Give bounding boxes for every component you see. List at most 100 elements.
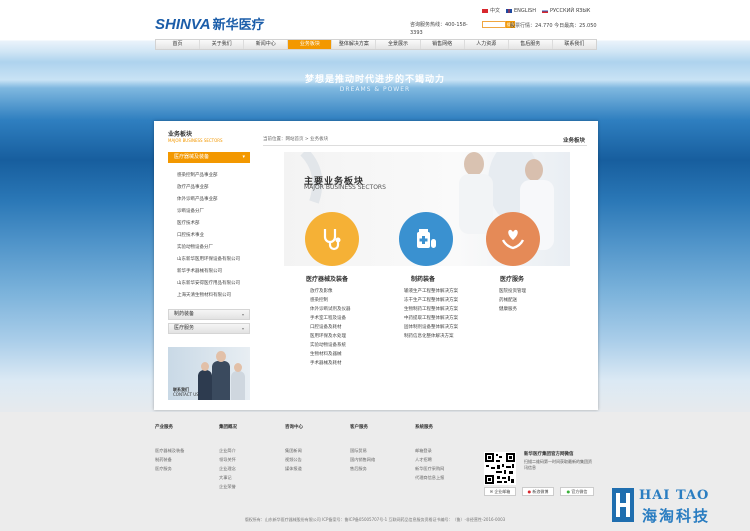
lang-chinese[interactable]: 中文 [482, 7, 500, 14]
nav-after-sales[interactable]: 售后服务 [509, 40, 553, 49]
list-item[interactable]: 医院投资管理 [499, 287, 526, 296]
footer-column-title: 产业服务 [155, 425, 173, 430]
nav-contact[interactable]: 联系我们 [553, 40, 596, 49]
category-medical-service[interactable] [486, 212, 540, 266]
footer-link[interactable]: 媒体报道 [285, 464, 302, 473]
sidebar-item[interactable]: 山东新华医用环保设备有限公司 [168, 254, 250, 266]
footer-link[interactable]: 国内销售网络 [350, 455, 375, 464]
category-title[interactable]: 医疗器械及装备 [306, 274, 348, 283]
footer-links: 企业简介 领导关怀 企业理念 大事记 企业荣誉 [219, 446, 236, 491]
sidebar-item[interactable]: 放疗产品事业部 [168, 182, 250, 194]
list-item[interactable]: 输液生产工程整体解决方案 [404, 287, 458, 296]
category-pharma-equipment[interactable] [399, 212, 453, 266]
category-title[interactable]: 制药装备 [411, 274, 435, 283]
footer-link[interactable]: 企业荣誉 [219, 482, 236, 491]
sidebar-box-medical-service[interactable]: 医疗服务 ▾ [168, 323, 250, 334]
sidebar-item[interactable]: 山东新华安得医疗用品有限公司 [168, 278, 250, 290]
sidebar-item[interactable]: 上海天清生物材料有限公司 [168, 290, 250, 302]
nav-sales-network[interactable]: 销售网络 [421, 40, 465, 49]
language-switcher: 中文 ENGLISH РУССКИЙ ЯЗЫК [482, 7, 590, 14]
sidebar-item[interactable]: 感染控制产品事业部 [168, 170, 250, 182]
sidebar-item[interactable]: 口腔技术事业 [168, 230, 250, 242]
category-title[interactable]: 医疗服务 [500, 274, 524, 283]
footer-column-title: 客户服务 [350, 425, 368, 430]
wechat-button[interactable]: ● 官方微信 [560, 487, 594, 496]
list-item[interactable]: 医用环保及水处理 [310, 332, 351, 341]
list-item[interactable]: 生物材料及器械 [310, 350, 351, 359]
footer-link[interactable]: 售后服务 [350, 464, 375, 473]
watermark-text-cn: 海淘科技 [642, 507, 711, 525]
footer-link[interactable]: 企业理念 [219, 464, 236, 473]
list-item[interactable]: 手术室工程及设备 [310, 314, 351, 323]
list-item[interactable]: 口腔设备及耗材 [310, 323, 351, 332]
footer-link[interactable]: 医疗服务 [155, 464, 184, 473]
sidebar-list: 感染控制产品事业部 放疗产品事业部 体外诊断产品事业部 诊断设备分厂 医疗技术部… [168, 170, 250, 302]
footer-link[interactable]: 制药装备 [155, 455, 184, 464]
nav-home[interactable]: 首页 [156, 40, 201, 49]
list-item[interactable]: 体外诊断试剂及仪器 [310, 305, 351, 314]
footer-link[interactable]: 视频公告 [285, 455, 302, 464]
sidebar-title: 业务板块 [168, 131, 193, 138]
sidebar-item[interactable]: 体外诊断产品事业部 [168, 194, 250, 206]
list-item[interactable]: 药械配送 [499, 296, 526, 305]
shinva-logo[interactable]: SHINVA 新华医疗 [155, 14, 265, 33]
nav-about[interactable]: 关于我们 [200, 40, 245, 49]
sidebar-box-pharma[interactable]: 制药装备 ▾ [168, 309, 250, 320]
sidebar-item[interactable]: 新华手术器械有限公司 [168, 266, 250, 278]
footer-link[interactable]: 新华医疗采购网 [415, 464, 444, 473]
divider [263, 145, 587, 146]
chevron-down-icon: ▾ [242, 154, 245, 160]
nav-business[interactable]: 业务板块 [288, 40, 333, 49]
uk-flag-icon [506, 8, 513, 13]
weibo-button[interactable]: ● 新浪微博 [522, 487, 554, 496]
watermark-logo: HAI TAO 海淘科技 [612, 488, 740, 525]
footer-link[interactable]: 国际贸易 [350, 446, 375, 455]
sidebar-item[interactable]: 实验动物设备分厂 [168, 242, 250, 254]
staff-photo [212, 361, 230, 400]
nav-panorama[interactable]: 全景展示 [376, 40, 421, 49]
sidebar-item[interactable]: 医疗技术部 [168, 218, 250, 230]
footer-link[interactable]: 人才招聘 [415, 455, 444, 464]
footer-link[interactable]: 代理商信息上报 [415, 473, 444, 482]
category-list-medical-devices: 放疗及影像 感染控制 体外诊断试剂及仪器 手术室工程及设备 口腔设备及耗材 医用… [310, 287, 351, 368]
footer-link[interactable]: 领导关怀 [219, 455, 236, 464]
lang-english[interactable]: ENGLISH [506, 7, 536, 14]
list-item[interactable]: 健康服务 [499, 305, 526, 314]
sidebar-active-header[interactable]: 医疗器械及装备 ▾ [168, 152, 250, 163]
search-input[interactable] [482, 21, 506, 28]
list-item[interactable]: 生物制药工程整体解决方案 [404, 305, 458, 314]
list-item[interactable]: 放疗及影像 [310, 287, 351, 296]
breadcrumb: 当前位置：网站首页 > 业务板块 [263, 137, 329, 142]
category-medical-devices[interactable] [305, 212, 359, 266]
lang-russian[interactable]: РУССКИЙ ЯЗЫК [541, 7, 590, 14]
footer-link[interactable]: 企业简介 [219, 446, 236, 455]
list-item[interactable]: 手术器械及耗材 [310, 359, 351, 368]
footer-link[interactable]: 邮箱登录 [415, 446, 444, 455]
service-hotline: 咨询服务热线：400-158-3393 [410, 22, 468, 36]
care-hands-icon [501, 229, 525, 250]
contact-us-card[interactable]: 联系我们 CONTACT US [168, 347, 250, 400]
nav-hr[interactable]: 人力资源 [465, 40, 509, 49]
chevron-down-icon: ▾ [241, 312, 244, 317]
nav-solutions[interactable]: 整体解决方案 [332, 40, 377, 49]
stock-ticker: 股票行情：24.770 今日最高：25.050 [510, 23, 597, 29]
list-item[interactable]: 冻干生产工程整体解决方案 [404, 296, 458, 305]
enterprise-mail-button[interactable]: ✉ 企业邮箱 [484, 487, 516, 496]
footer-link[interactable]: 集团新闻 [285, 446, 302, 455]
list-item[interactable]: 感染控制 [310, 296, 351, 305]
footer-link[interactable]: 大事记 [219, 473, 236, 482]
list-item[interactable]: 中药提取工程整体解决方案 [404, 314, 458, 323]
list-item[interactable]: 固体制剂设备整体解决方案 [404, 323, 458, 332]
list-item[interactable]: 制药信息化整体解决方案 [404, 332, 458, 341]
china-flag-icon [482, 8, 488, 13]
wechat-qr-code [484, 452, 516, 485]
list-item[interactable]: 实验动物设备系统 [310, 341, 351, 350]
banner-slogan: 梦想是推动时代进步的不竭动力 [304, 75, 445, 85]
category-list-pharma: 输液生产工程整体解决方案 冻干生产工程整体解决方案 生物制药工程整体解决方案 中… [404, 287, 458, 341]
contact-label: 联系我们 CONTACT US [173, 387, 199, 397]
staff-photo [198, 370, 212, 400]
nav-news[interactable]: 新闻中心 [244, 40, 289, 49]
sidebar-item[interactable]: 诊断设备分厂 [168, 206, 250, 218]
footer-link[interactable]: 医疗器械及装备 [155, 446, 184, 455]
footer-links: 医疗器械及装备 制药装备 医疗服务 [155, 446, 184, 473]
